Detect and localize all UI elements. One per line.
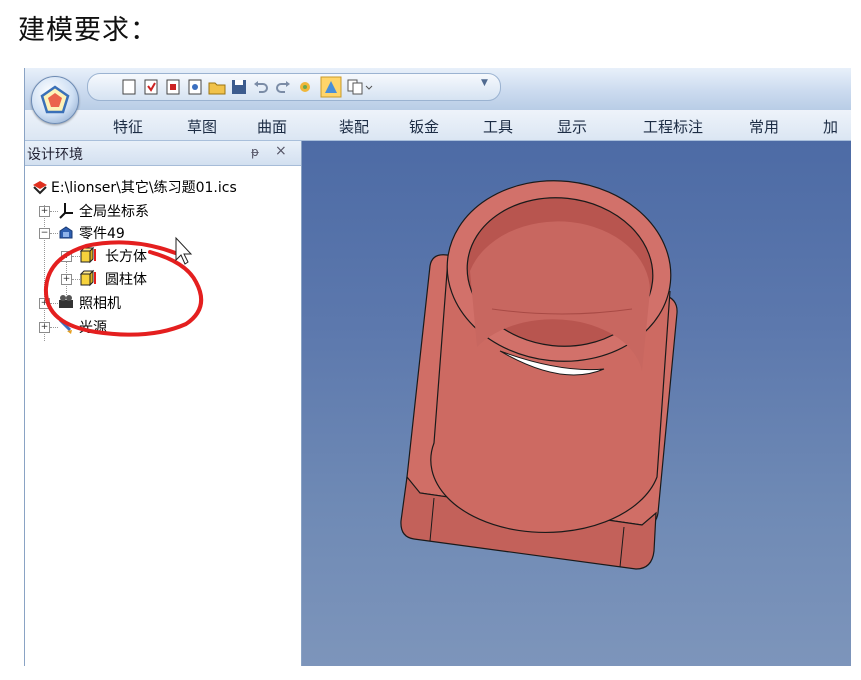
design-environment-panel: 设计环境 ᵽ × E:\lionser\其它\练习题01.ics + 全局坐标系… [25,141,302,666]
light-icon [58,318,72,334]
chevron-down-icon[interactable] [364,78,374,96]
expand-icon[interactable]: + [61,251,72,262]
part-icon [59,226,73,239]
expand-icon[interactable]: + [39,322,50,333]
expand-icon[interactable]: + [61,274,72,285]
tree-item-coordinate-system[interactable]: + 全局坐标系 [39,201,219,221]
tree-item-camera[interactable]: + 照相机 [39,293,219,313]
close-icon[interactable]: × [275,143,287,159]
scene-root-icon [33,181,47,195]
menu-features[interactable]: 特征 [113,116,143,137]
app-logo-icon [40,85,70,114]
tree-root-label: E:\lionser\其它\练习题01.ics [51,180,237,196]
application-button[interactable] [31,76,79,124]
tree-item-light[interactable]: + 光源 [39,317,219,337]
tree-item-part[interactable]: − 零件49 [39,223,219,243]
menu-engineering-annotation[interactable]: 工程标注 [643,116,703,137]
panel-title: 设计环境 [27,147,83,163]
new-file-icon[interactable] [120,78,138,96]
tree-item-label: 光源 [79,320,107,336]
pin-icon[interactable]: ᵽ [251,145,259,159]
tree-item-block[interactable]: + 长方体 [61,246,241,266]
camera-icon [59,295,73,308]
quick-access-toolbar [87,73,501,101]
tree-item-cylinder[interactable]: + 圆柱体 [61,269,241,289]
menu-add[interactable]: 加 [823,116,838,137]
3d-viewport[interactable] [302,141,851,666]
menu-sheet-metal[interactable]: 钣金 [409,116,439,137]
open-folder-icon[interactable] [208,78,226,96]
model-view [400,180,678,570]
menu-common[interactable]: 常用 [749,116,779,137]
undo-icon[interactable] [252,78,270,96]
panel-header: 设计环境 ᵽ × [25,141,301,166]
menu-assembly[interactable]: 装配 [339,116,369,137]
ribbon-menu: 特征 草图 曲面 装配 钣金 工具 显示 工程标注 常用 加 [25,110,851,141]
tree-item-label: 长方体 [105,249,147,265]
regenerate-icon[interactable] [296,78,314,96]
tree-item-label: 全局坐标系 [79,204,149,220]
menu-surface[interactable]: 曲面 [257,116,287,137]
tree-item-label: 照相机 [79,296,121,312]
expand-icon[interactable]: + [39,206,50,217]
copy-icon[interactable] [346,78,364,96]
scene-tree: E:\lionser\其它\练习题01.ics + 全局坐标系 − 零件49 +… [25,165,301,665]
tree-item-label: 圆柱体 [105,272,147,288]
redo-icon[interactable] [274,78,292,96]
coordinate-axes-icon [59,203,73,219]
customize-toolbar-icon[interactable]: ▼ [481,78,488,88]
tree-root[interactable]: E:\lionser\其它\练习题01.ics [29,177,299,197]
cylinder-icon [79,269,96,287]
quick-access-bar: ▼ [25,68,851,124]
new-assembly-icon[interactable] [164,78,182,96]
scene-icon[interactable] [320,76,342,98]
expand-icon[interactable]: + [39,298,50,309]
block-icon [79,246,96,264]
menu-display[interactable]: 显示 [557,116,587,137]
page-heading: 建模要求： [18,15,158,46]
tree-item-label: 零件49 [79,226,125,242]
new-part-icon[interactable] [142,78,160,96]
new-drawing-icon[interactable] [186,78,204,96]
menu-tools[interactable]: 工具 [483,116,513,137]
app-window: ▼ 特征 草图 曲面 装配 钣金 工具 显示 工程标注 常用 加 设计环境 ᵽ … [24,68,851,666]
collapse-icon[interactable]: − [39,228,50,239]
save-icon[interactable] [230,78,248,96]
menu-sketch[interactable]: 草图 [187,116,217,137]
